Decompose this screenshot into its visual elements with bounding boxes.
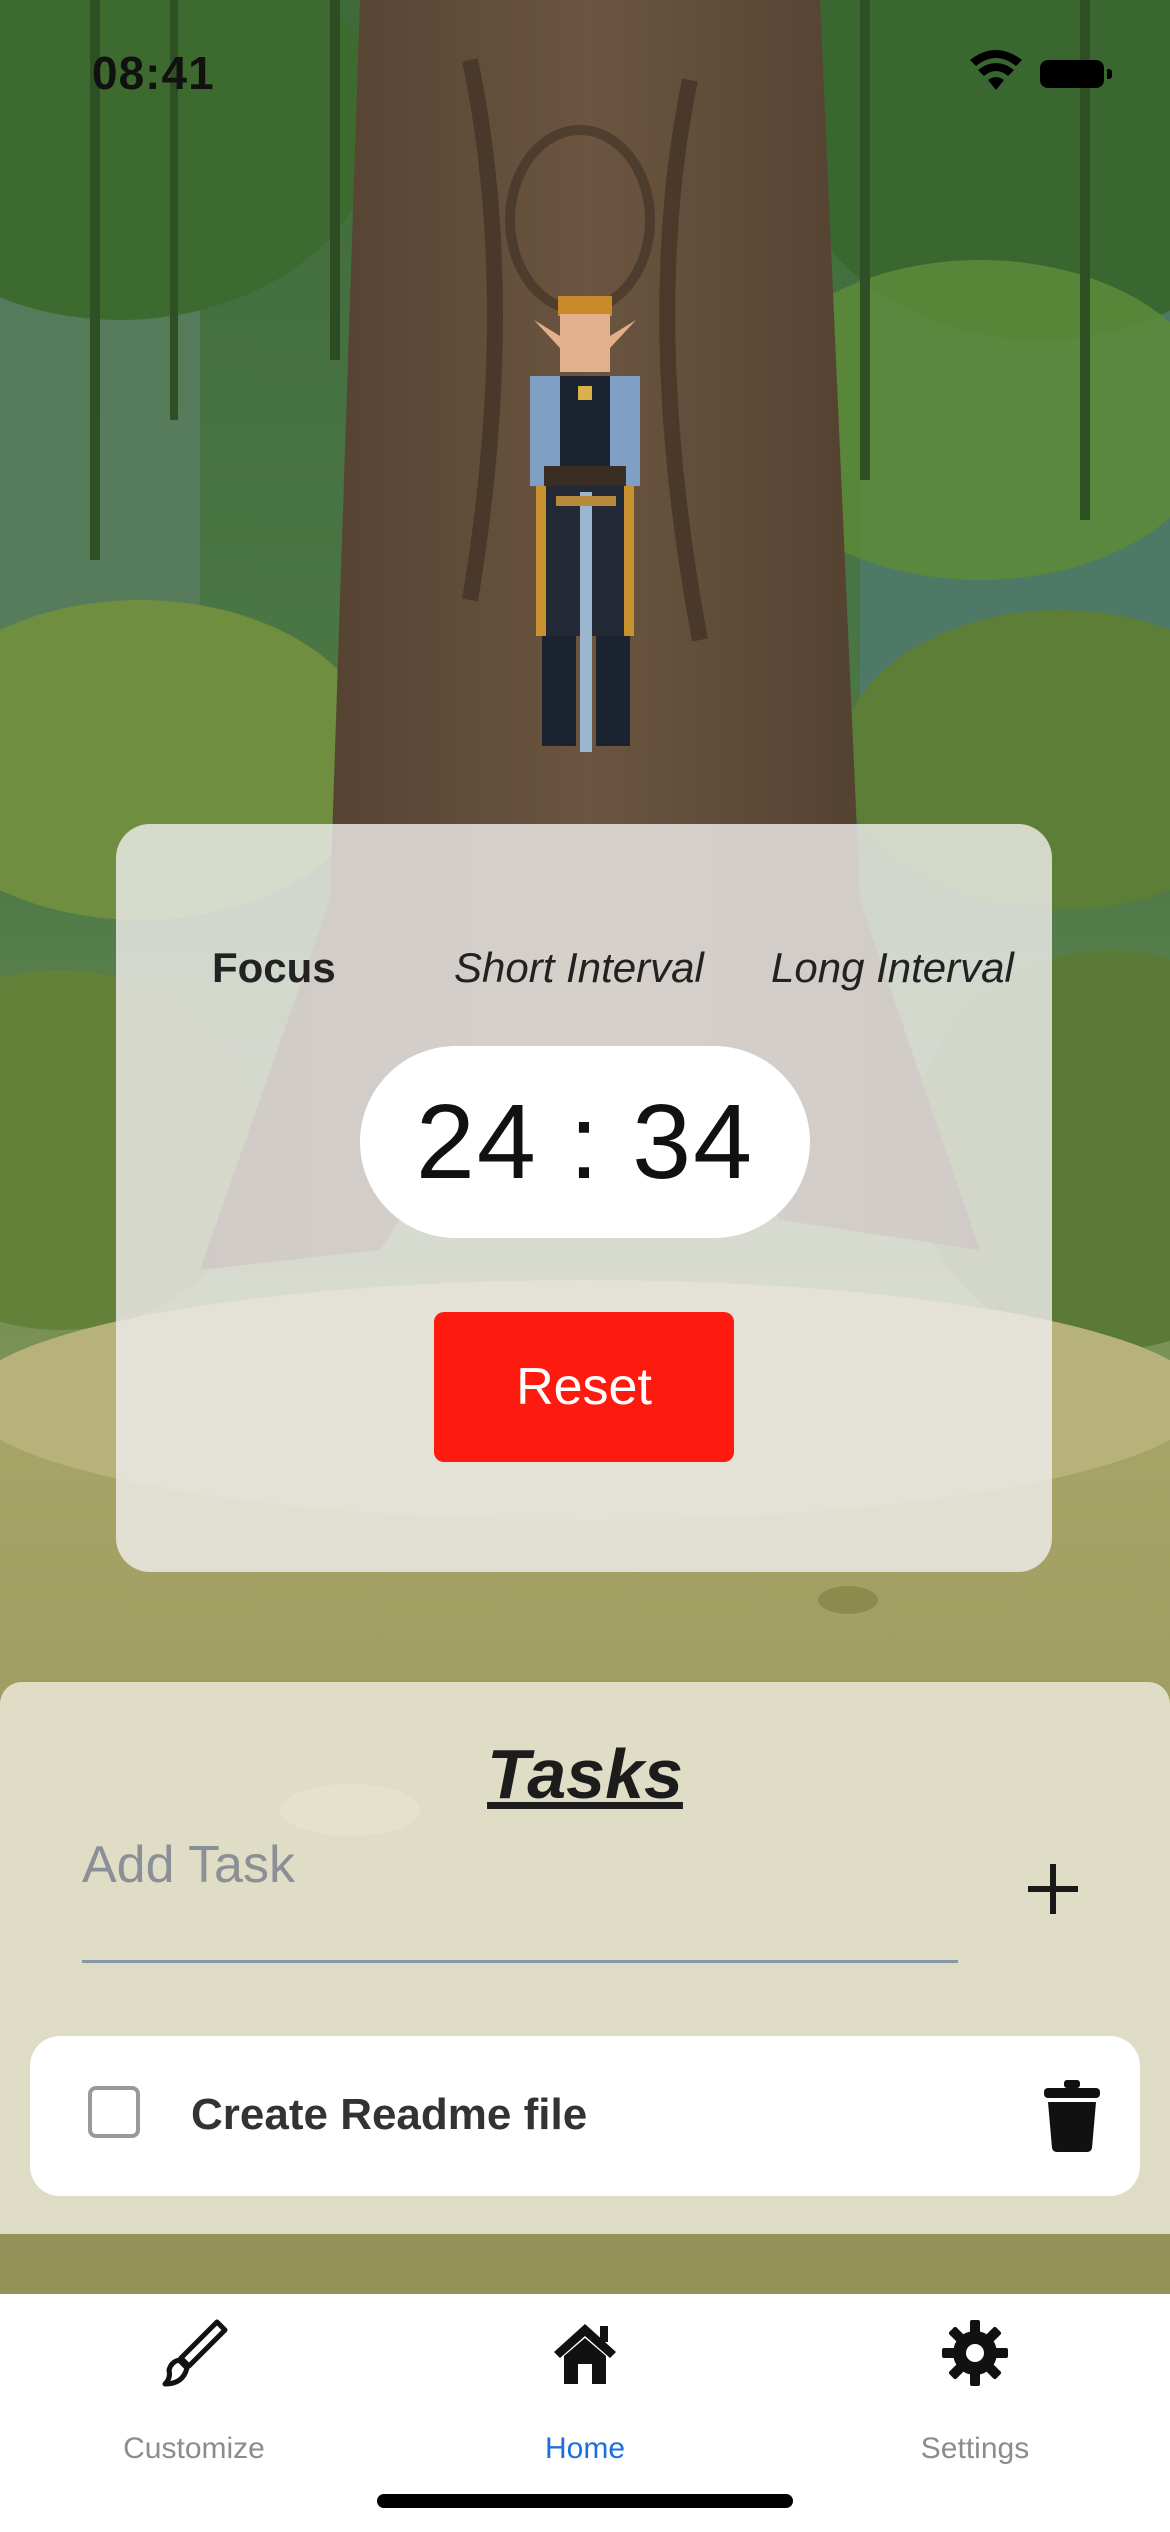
plus-icon[interactable] bbox=[1022, 1858, 1084, 1920]
status-bar: 08:41 bbox=[0, 0, 1170, 140]
timer-countdown: 24 : 34 bbox=[415, 1082, 755, 1201]
tab-settings[interactable]: Settings bbox=[825, 2318, 1125, 2478]
tab-short-interval[interactable]: Short Interval bbox=[454, 944, 704, 992]
paintbrush-icon bbox=[162, 2319, 228, 2387]
add-task-underline bbox=[82, 1960, 958, 1963]
reset-button[interactable]: Reset bbox=[434, 1312, 734, 1462]
tab-label-home: Home bbox=[544, 2432, 626, 2465]
trash-icon[interactable] bbox=[1044, 2080, 1100, 2152]
task-checkbox[interactable] bbox=[88, 2086, 140, 2138]
timer-display: 24 : 34 bbox=[360, 1046, 810, 1238]
add-task-input[interactable] bbox=[82, 1830, 956, 1900]
tab-label-customize: Customize bbox=[123, 2432, 265, 2465]
task-item: Create Readme file bbox=[30, 2036, 1140, 2196]
timer-card: Focus Short Interval Long Interval 24 : … bbox=[116, 824, 1052, 1572]
status-time: 08:41 bbox=[92, 47, 215, 99]
tab-long-interval[interactable]: Long Interval bbox=[771, 944, 1014, 992]
tab-label-settings: Settings bbox=[920, 2432, 1030, 2465]
task-label: Create Readme file bbox=[191, 2090, 588, 2139]
tab-focus[interactable]: Focus bbox=[212, 944, 336, 992]
tasks-title: Tasks bbox=[487, 1735, 683, 1813]
wifi-icon bbox=[970, 50, 1022, 90]
tab-customize[interactable]: Customize bbox=[44, 2318, 344, 2478]
battery-icon bbox=[1040, 60, 1112, 88]
house-icon bbox=[554, 2324, 616, 2384]
timer-mode-tabs: Focus Short Interval Long Interval bbox=[116, 944, 1052, 1004]
elf-knight-character bbox=[530, 296, 640, 752]
gear-icon bbox=[942, 2320, 1008, 2386]
home-indicator bbox=[377, 2494, 793, 2508]
tab-home[interactable]: Home bbox=[435, 2318, 735, 2478]
